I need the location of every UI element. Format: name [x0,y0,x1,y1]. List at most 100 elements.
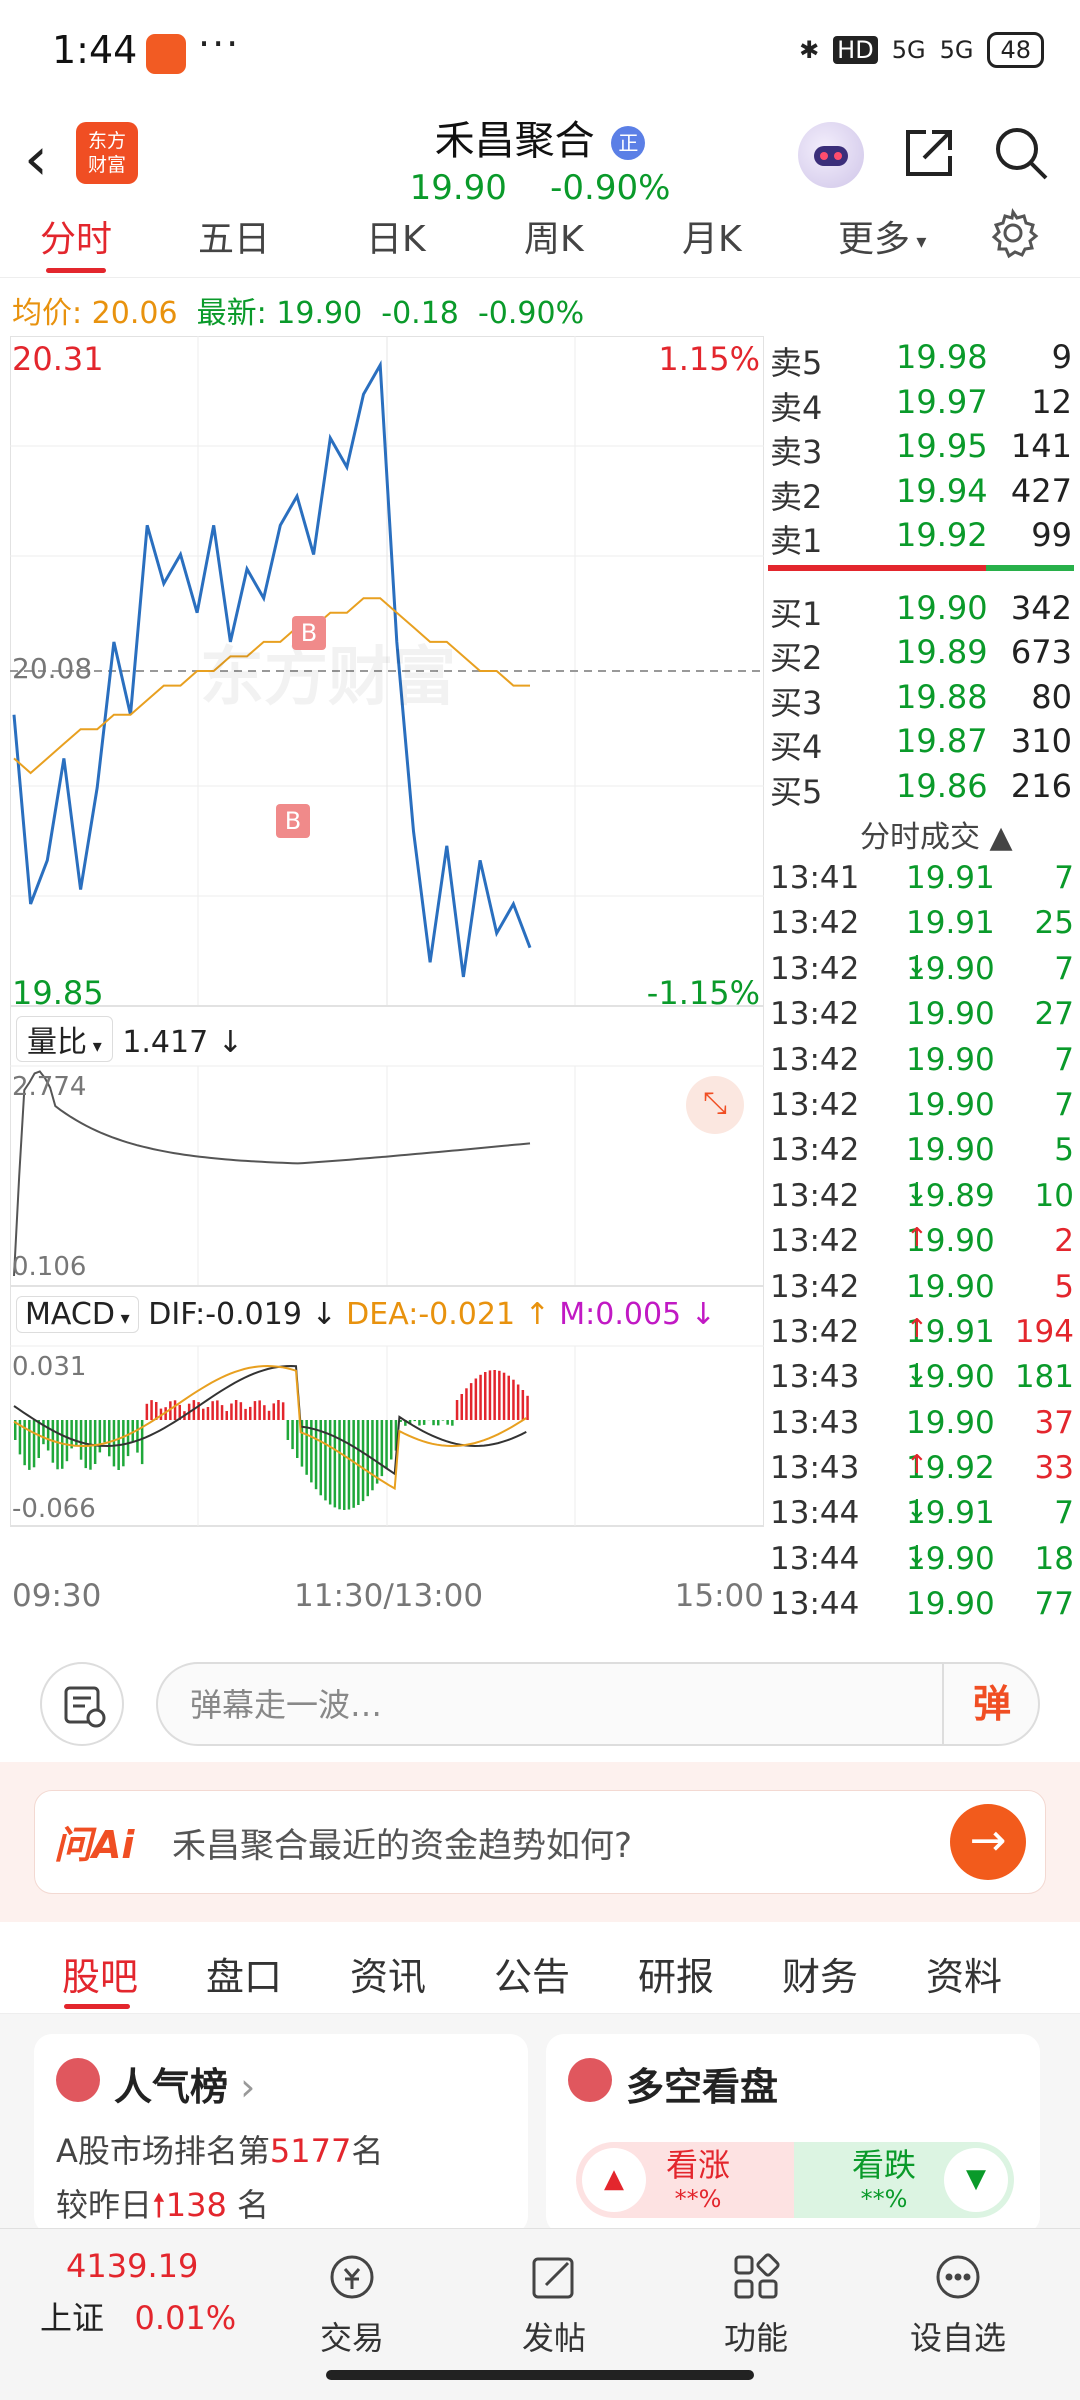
macd-header: MACD ▾ DIF:-0.019 ↓ DEA:-0.021 ↑ M:0.005… [16,1296,716,1333]
vote-bear-button[interactable]: 看跌 **% ▼ [794,2142,1014,2218]
tab-announcements[interactable]: 公告 [494,1946,570,2001]
macd-bar [357,1420,360,1505]
sell-level-row[interactable]: 卖5 19.98 9 [768,336,1080,382]
trade-row: 13:42 19.89 ↓ 10 [768,1178,1080,1223]
trade-time: 13:42 [770,1041,860,1078]
vr-top-label: 2.774 [12,1072,87,1102]
latest-label: 最新: [196,296,277,331]
volume-ratio-selector[interactable]: 量比 ▾ [16,1016,113,1062]
trade-row: 13:43 19.90 ↓ 181 [768,1359,1080,1404]
tab-research[interactable]: 研报 [638,1946,714,2001]
trade-row: 13:43 19.92 ↑ 33 [768,1450,1080,1495]
tab-weekly-k[interactable]: 周K [524,210,584,262]
tab-financials[interactable]: 财务 [782,1946,858,2001]
tab-intraday[interactable]: 分时 [40,210,112,262]
bear-pct: **% [860,2185,908,2213]
watermark: 东方财富 [200,641,456,715]
macd-bar [173,1400,177,1420]
macd-bar [108,1420,111,1457]
top-pct-label: 1.15% [658,340,760,378]
vr-bottom-label: 0.106 [12,1252,87,1282]
trade-time: 13:42 [770,1132,860,1169]
trades-header[interactable]: 分时成交 ▲ [860,812,1013,856]
buy-marker[interactable]: B [276,804,310,838]
trade-direction-arrow: ↑ [906,1313,928,1344]
tab-five-day[interactable]: 五日 [198,210,270,262]
trade-price-value: 19.90 [906,1404,995,1441]
buy-marker[interactable]: B [292,616,326,650]
macd-bar [512,1379,515,1420]
index-ticker[interactable]: 4139.19 上证 0.01% [40,2247,240,2339]
ai-question-text[interactable]: 禾昌聚合最近的资金趋势如何? [172,1818,632,1867]
trade-ticks-list[interactable]: 13:41 19.91 7 13:42 19.91 25 13:42 19.90 ↓ 7 13:42… [768,860,1080,1632]
macd-bar [446,1420,449,1425]
popularity-card[interactable]: 人气榜 › A股市场排名第5177名 较昨日🠕138 名 [34,2034,528,2234]
trade-row: 13:44 19.90 77 [768,1586,1080,1631]
nav-functions[interactable]: 功能 [696,2249,816,2359]
trade-volume: 10 [1034,1177,1074,1214]
home-indicator[interactable] [326,2370,754,2380]
popularity-title: 人气榜 › [114,2056,255,2111]
macd-bar [338,1420,341,1510]
vote-bull-button[interactable]: ▲ 看涨 **% [576,2142,796,2218]
nav-trade[interactable]: 交易 [292,2249,412,2359]
share-icon[interactable] [898,122,960,184]
settings-gear-icon[interactable] [986,206,1040,269]
tab-guba[interactable]: 股吧 [62,1946,138,2001]
tab-active-indicator [46,268,106,273]
robot-assistant-icon[interactable] [798,122,864,188]
tab-more[interactable]: 更多 ▾ [838,210,926,262]
buy-level-row[interactable]: 买5 19.86 216 [768,765,1080,811]
nav-post[interactable]: 发帖 [494,2249,614,2359]
level-volume: 12 [1031,382,1072,421]
macd-bar [258,1400,261,1420]
nav-add-watchlist[interactable]: 设自选 [898,2249,1018,2359]
buy-level-row[interactable]: 买1 19.90 342 [768,587,1080,633]
trade-direction-arrow: ↓ [906,1177,928,1208]
stock-change-pct: -0.90% [550,168,671,208]
sell-level-row[interactable]: 卖2 19.94 427 [768,470,1080,516]
search-icon[interactable] [990,122,1052,184]
sell-level-row[interactable]: 卖4 19.97 12 [768,381,1080,427]
expand-icon[interactable]: ⤡ [686,1076,744,1134]
signal-icon-2: 5G [939,36,974,64]
trade-row: 13:43 19.90 37 [768,1405,1080,1450]
danmaku-send-button[interactable]: 弹 [942,1662,1040,1746]
tab-profile[interactable]: 资料 [926,1946,1002,2001]
macd-bar [347,1420,351,1510]
tab-news[interactable]: 资讯 [350,1946,426,2001]
trade-volume: 5 [1054,1132,1074,1169]
level-volume: 80 [1031,677,1072,716]
macd-bar [418,1420,421,1426]
level-label: 卖3 [770,433,823,471]
intraday-chart[interactable]: 20.31 1.15% 19.85 -1.15% 20.08 东方财富 量比 ▾… [9,335,765,1626]
feature-cards: 人气榜 › A股市场排名第5177名 较昨日🠕138 名 多空看盘 ▲ 看涨 **… [0,2014,1080,2234]
chart-bars-icon [56,2058,100,2102]
buy-level-row[interactable]: 买2 19.89 673 [768,631,1080,677]
macd-bar [28,1420,31,1470]
macd-bar [380,1420,384,1477]
stock-badge: 正 [611,126,646,160]
trade-price-value: 19.90 [906,996,995,1033]
sell-level-row[interactable]: 卖3 19.95 141 [768,425,1080,471]
tab-monthly-k[interactable]: 月K [682,210,742,262]
bottom-price-label: 19.85 [12,974,104,1012]
macd-selector[interactable]: MACD ▾ [16,1296,139,1333]
level-volume: 673 [1010,633,1072,671]
buy-level-row[interactable]: 买3 19.88 80 [768,676,1080,722]
arrow-right-icon[interactable]: → [950,1804,1026,1880]
vs-icon [568,2058,612,2102]
top-price-label: 20.31 [12,340,104,378]
buy-level-row[interactable]: 买4 19.87 310 [768,720,1080,766]
macd-bar [206,1407,210,1420]
tab-daily-k[interactable]: 日K [366,210,426,262]
trade-row: 13:42 19.90 ↓ 7 [768,951,1080,996]
macd-bar [202,1408,205,1420]
level-price: 19.92 [896,516,988,554]
sell-level-row[interactable]: 卖1 19.92 99 [768,514,1080,560]
danmaku-settings-icon[interactable] [40,1662,124,1746]
trade-price-value: 19.91 [906,860,995,896]
macd-bar [225,1411,228,1420]
tab-pankou[interactable]: 盘口 [206,1946,282,2001]
macd-bar [239,1402,243,1420]
